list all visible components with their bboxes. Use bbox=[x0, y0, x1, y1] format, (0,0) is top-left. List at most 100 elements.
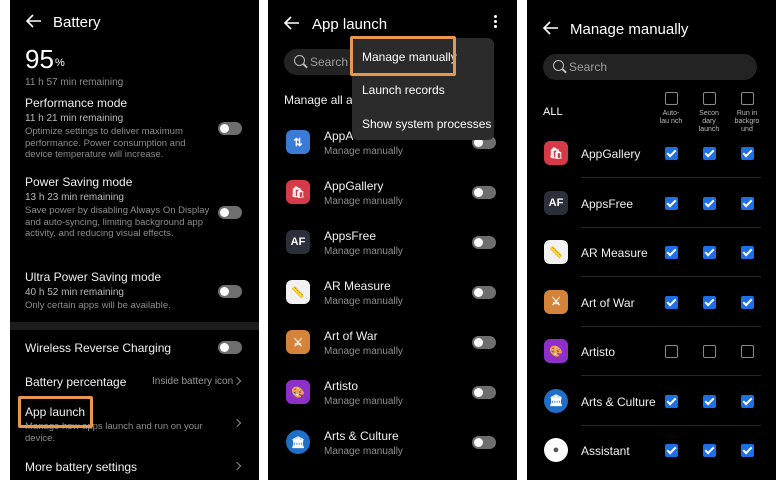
app-name: Arts & Culture bbox=[324, 429, 399, 443]
arts-culture-icon: 🏛 bbox=[544, 388, 568, 413]
back-arrow-icon[interactable] bbox=[26, 14, 42, 28]
back-arrow-icon[interactable] bbox=[284, 16, 300, 30]
auto-launch-checkbox[interactable] bbox=[665, 147, 678, 160]
select-all-run-background-checkbox[interactable] bbox=[741, 92, 754, 105]
column-header-secondary-launch: Secon dary launch bbox=[698, 110, 720, 133]
app-status: Manage manually bbox=[324, 196, 403, 207]
appsfree-icon: AF bbox=[286, 230, 310, 254]
ultra-power-saving-desc: Only certain apps will be available. bbox=[25, 300, 171, 311]
art-of-war-icon: ⚔ bbox=[544, 289, 568, 314]
run-background-checkbox[interactable] bbox=[741, 196, 754, 210]
manage-manually-screen: Manage manually Search ALL Auto-lau nch … bbox=[527, 0, 776, 480]
app-name: AppsFree bbox=[324, 229, 377, 243]
auto-launch-checkbox[interactable] bbox=[665, 394, 678, 408]
auto-launch-checkbox[interactable] bbox=[665, 295, 678, 309]
run-background-checkbox[interactable] bbox=[741, 394, 754, 408]
highlight-box bbox=[350, 36, 456, 76]
ultra-power-saving-toggle[interactable] bbox=[218, 285, 242, 298]
column-header-run-background: Run in backgro und bbox=[734, 110, 760, 133]
search-icon bbox=[553, 60, 564, 71]
page-title: App launch bbox=[312, 16, 388, 33]
back-arrow-icon[interactable] bbox=[543, 21, 559, 35]
app-name: AR Measure bbox=[581, 246, 648, 260]
chevron-right-icon bbox=[232, 461, 242, 471]
auto-launch-checkbox[interactable] bbox=[665, 345, 678, 358]
appadvisor-icon: ⇅ bbox=[286, 130, 310, 154]
secondary-launch-checkbox[interactable] bbox=[703, 147, 716, 160]
app-name: Artisto bbox=[324, 379, 359, 393]
row-divider bbox=[581, 276, 761, 277]
assistant-icon: ● bbox=[544, 438, 568, 462]
app-name: Artisto bbox=[581, 345, 616, 359]
app-launch-toggle[interactable] bbox=[472, 336, 496, 349]
search-icon bbox=[294, 55, 305, 66]
auto-launch-checkbox[interactable] bbox=[665, 444, 678, 457]
app-status: Manage manually bbox=[324, 396, 403, 407]
arts-culture-icon: 🏛 bbox=[286, 430, 310, 454]
ar-measure-icon: 📏 bbox=[286, 280, 310, 304]
run-background-checkbox[interactable] bbox=[741, 246, 754, 259]
secondary-launch-checkbox[interactable] bbox=[703, 394, 716, 408]
row-divider bbox=[581, 375, 761, 376]
select-all-auto-launch-checkbox[interactable] bbox=[665, 92, 678, 105]
column-header-auto-launch: Auto-lau nch bbox=[659, 110, 683, 125]
app-status: Manage manually bbox=[324, 296, 403, 307]
more-options-icon[interactable] bbox=[494, 15, 498, 28]
app-launch-screen: App launch Search Manage all au ⇅ AppA Man… bbox=[268, 0, 517, 480]
app-launch-toggle[interactable] bbox=[472, 436, 496, 449]
secondary-launch-checkbox[interactable] bbox=[703, 345, 716, 358]
performance-mode-title: Performance mode bbox=[25, 96, 128, 110]
battery-percentage-title[interactable]: Battery percentage bbox=[25, 375, 126, 389]
page-title: Manage manually bbox=[570, 21, 689, 38]
app-launch-toggle[interactable] bbox=[472, 286, 496, 299]
run-background-checkbox[interactable] bbox=[741, 345, 754, 358]
ultra-power-saving-time: 40 h 52 min remaining bbox=[25, 287, 124, 298]
wireless-reverse-charging-toggle[interactable] bbox=[218, 341, 242, 354]
performance-mode-toggle[interactable] bbox=[218, 122, 242, 135]
app-name: Art of War bbox=[581, 295, 635, 310]
manage-all-label: Manage all au bbox=[284, 93, 360, 107]
appgallery-icon: 🛍 bbox=[544, 141, 568, 165]
secondary-launch-checkbox[interactable] bbox=[703, 196, 716, 210]
menu-item-show-system-processes[interactable]: Show system processes bbox=[362, 117, 491, 131]
app-name: AR Measure bbox=[324, 279, 391, 293]
battery-screen: Battery 95 % 11 h 57 min remaining Perfo… bbox=[10, 0, 259, 480]
battery-percent: 95 bbox=[25, 44, 54, 74]
appgallery-icon: 🛍 bbox=[286, 180, 310, 204]
app-status: Manage manually bbox=[324, 346, 403, 357]
run-background-checkbox[interactable] bbox=[741, 147, 754, 160]
app-launch-toggle[interactable] bbox=[472, 236, 496, 249]
app-launch-toggle[interactable] bbox=[472, 386, 496, 399]
secondary-launch-checkbox[interactable] bbox=[703, 295, 716, 309]
app-name: Art of War bbox=[324, 329, 378, 343]
search-placeholder: Search bbox=[310, 55, 349, 69]
more-battery-settings[interactable]: More battery settings bbox=[25, 460, 137, 474]
secondary-launch-checkbox[interactable] bbox=[703, 444, 716, 457]
secondary-launch-checkbox[interactable] bbox=[703, 246, 716, 259]
chevron-right-icon bbox=[232, 418, 242, 428]
row-divider bbox=[581, 177, 761, 178]
search-input[interactable]: Search bbox=[543, 54, 757, 80]
battery-percentage-value[interactable]: Inside battery icon bbox=[152, 376, 233, 387]
performance-mode-desc: Optimize settings to deliver maximum per… bbox=[25, 126, 186, 160]
ar-measure-icon: 📏 bbox=[544, 240, 568, 264]
power-saving-toggle[interactable] bbox=[218, 206, 242, 219]
auto-launch-checkbox[interactable] bbox=[665, 196, 678, 210]
chevron-right-icon bbox=[232, 376, 242, 386]
artisto-icon: 🎨 bbox=[544, 339, 568, 363]
app-name: Arts & Culture bbox=[581, 394, 656, 409]
appsfree-icon: AF bbox=[544, 190, 568, 215]
app-name: Assistant bbox=[581, 444, 630, 458]
percent-sign: % bbox=[55, 57, 65, 69]
run-background-checkbox[interactable] bbox=[741, 444, 754, 457]
auto-launch-checkbox[interactable] bbox=[665, 246, 678, 259]
select-all-secondary-launch-checkbox[interactable] bbox=[703, 92, 716, 105]
highlight-box bbox=[18, 396, 93, 428]
run-background-checkbox[interactable] bbox=[741, 295, 754, 309]
app-launch-toggle[interactable] bbox=[472, 186, 496, 199]
menu-item-launch-records[interactable]: Launch records bbox=[362, 83, 445, 97]
performance-mode-time: 11 h 21 min remaining bbox=[25, 113, 124, 124]
all-label: ALL bbox=[543, 106, 563, 118]
app-name: AppsFree bbox=[581, 196, 634, 211]
row-divider bbox=[581, 325, 761, 327]
